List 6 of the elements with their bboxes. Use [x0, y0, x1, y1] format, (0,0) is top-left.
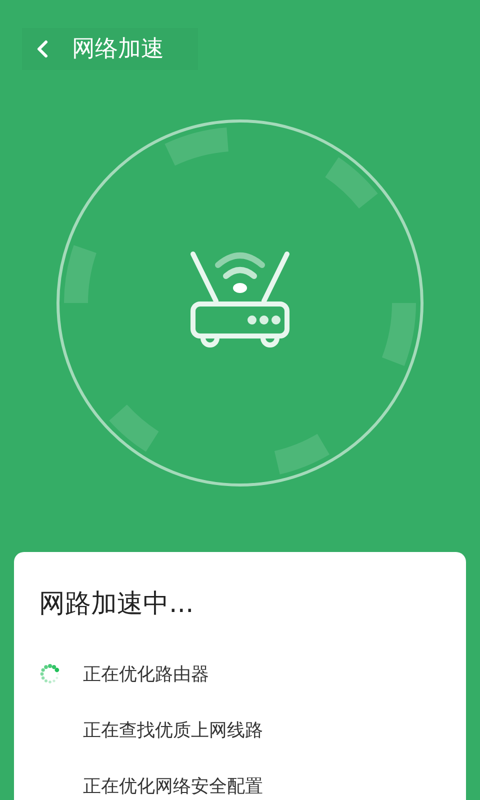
card-title: 网路加速中...	[39, 588, 195, 621]
step-label: 正在优化路由器	[83, 663, 209, 686]
step-label: 正在查找优质上网线路	[83, 719, 263, 742]
page-title: 网络加速	[72, 35, 164, 64]
back-button[interactable]: 网络加速	[22, 28, 198, 70]
step-label: 正在优化网络安全配置	[83, 775, 263, 798]
